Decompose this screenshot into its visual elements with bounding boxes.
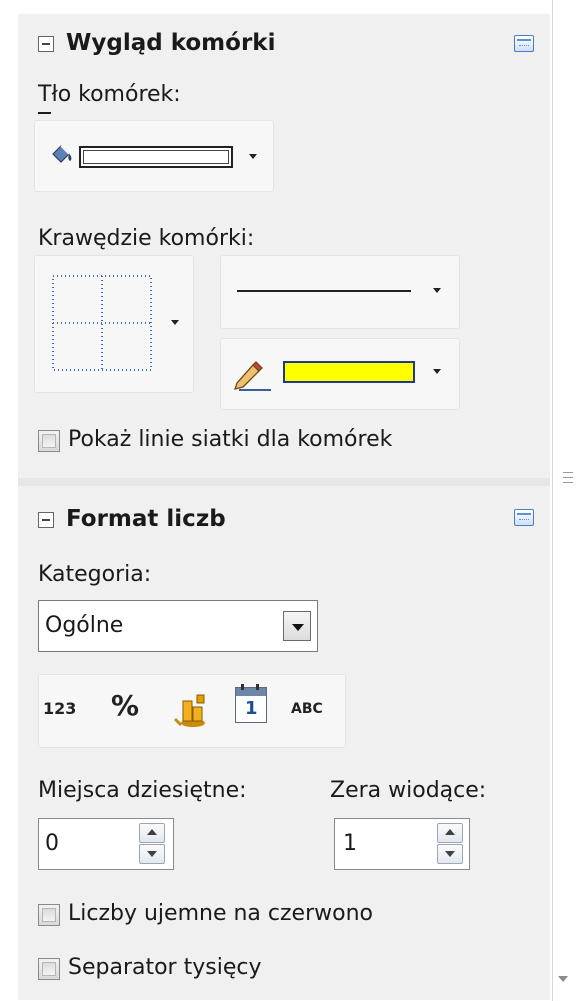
cell-appearance-more-options-icon[interactable]	[514, 35, 534, 52]
scroll-down-arrow-icon[interactable]	[558, 976, 568, 982]
decimal-places-value[interactable]: 0	[45, 831, 59, 856]
border-line-style-dropdown[interactable]	[220, 255, 460, 329]
category-select-button[interactable]	[283, 611, 311, 641]
increment-icon[interactable]	[139, 823, 165, 843]
date-format-button[interactable]: 1	[235, 684, 267, 723]
number-format-title: Format liczb	[66, 506, 226, 532]
scrollbar-grip-icon[interactable]	[563, 472, 573, 486]
cell-background-label: Tło komórek:	[38, 82, 181, 107]
cell-background-dropdown[interactable]	[34, 120, 274, 192]
category-label: Kategoria:	[38, 562, 152, 587]
number-format-button[interactable]: 123	[43, 699, 76, 718]
line-style-preview	[237, 290, 411, 292]
paint-bucket-icon	[52, 145, 72, 163]
text-format-button[interactable]: ABC	[291, 701, 323, 717]
leading-zeros-spinner[interactable]: 1	[334, 818, 470, 870]
leading-zeros-value[interactable]: 1	[343, 831, 357, 856]
category-select[interactable]: Ogólne	[38, 600, 318, 652]
decrement-icon[interactable]	[139, 844, 165, 864]
show-gridlines-checkbox[interactable]	[38, 430, 60, 452]
negative-red-checkbox[interactable]	[38, 904, 60, 926]
border-grid-icon	[52, 275, 152, 371]
dropdown-arrow-icon	[433, 369, 441, 374]
percent-format-button[interactable]: %	[111, 689, 139, 722]
number-format-more-options-icon[interactable]	[514, 509, 534, 526]
decrement-icon[interactable]	[437, 844, 463, 864]
leading-zeros-label: Zera wiodące:	[330, 778, 487, 803]
line-color-swatch	[283, 361, 415, 383]
collapse-cell-appearance-icon[interactable]	[38, 36, 54, 52]
dropdown-arrow-icon	[433, 288, 441, 293]
calendar-icon: 1	[245, 698, 258, 719]
dropdown-arrow-icon	[249, 154, 257, 159]
decimal-places-spinner[interactable]: 0	[38, 818, 174, 870]
number-format-buttons: 123 % 1 ABC	[38, 674, 346, 748]
vertical-scrollbar[interactable]	[552, 0, 576, 1001]
border-line-color-dropdown[interactable]	[220, 338, 460, 410]
section-divider	[18, 478, 550, 486]
increment-icon[interactable]	[437, 823, 463, 843]
thousands-separator-checkbox[interactable]	[38, 958, 60, 980]
chevron-down-icon	[292, 624, 304, 631]
negative-red-label: Liczby ujemne na czerwono	[68, 901, 373, 926]
cell-borders-label: Krawędzie komórki:	[38, 226, 255, 251]
background-color-swatch	[79, 146, 233, 168]
cell-borders-presets-dropdown[interactable]	[34, 255, 194, 393]
category-selected-value: Ogólne	[45, 613, 124, 638]
pencil-icon	[234, 361, 271, 391]
cell-appearance-title: Wygląd komórki	[66, 30, 276, 56]
accelerator-underline	[38, 112, 51, 114]
thousands-separator-label: Separator tysięcy	[68, 955, 262, 980]
currency-icon[interactable]	[171, 689, 211, 729]
decimal-places-label: Miejsca dziesiętne:	[38, 778, 247, 803]
show-gridlines-label: Pokaż linie siatki dla komórek	[68, 427, 393, 452]
collapse-number-format-icon[interactable]	[38, 512, 54, 528]
dropdown-arrow-icon	[171, 320, 179, 325]
